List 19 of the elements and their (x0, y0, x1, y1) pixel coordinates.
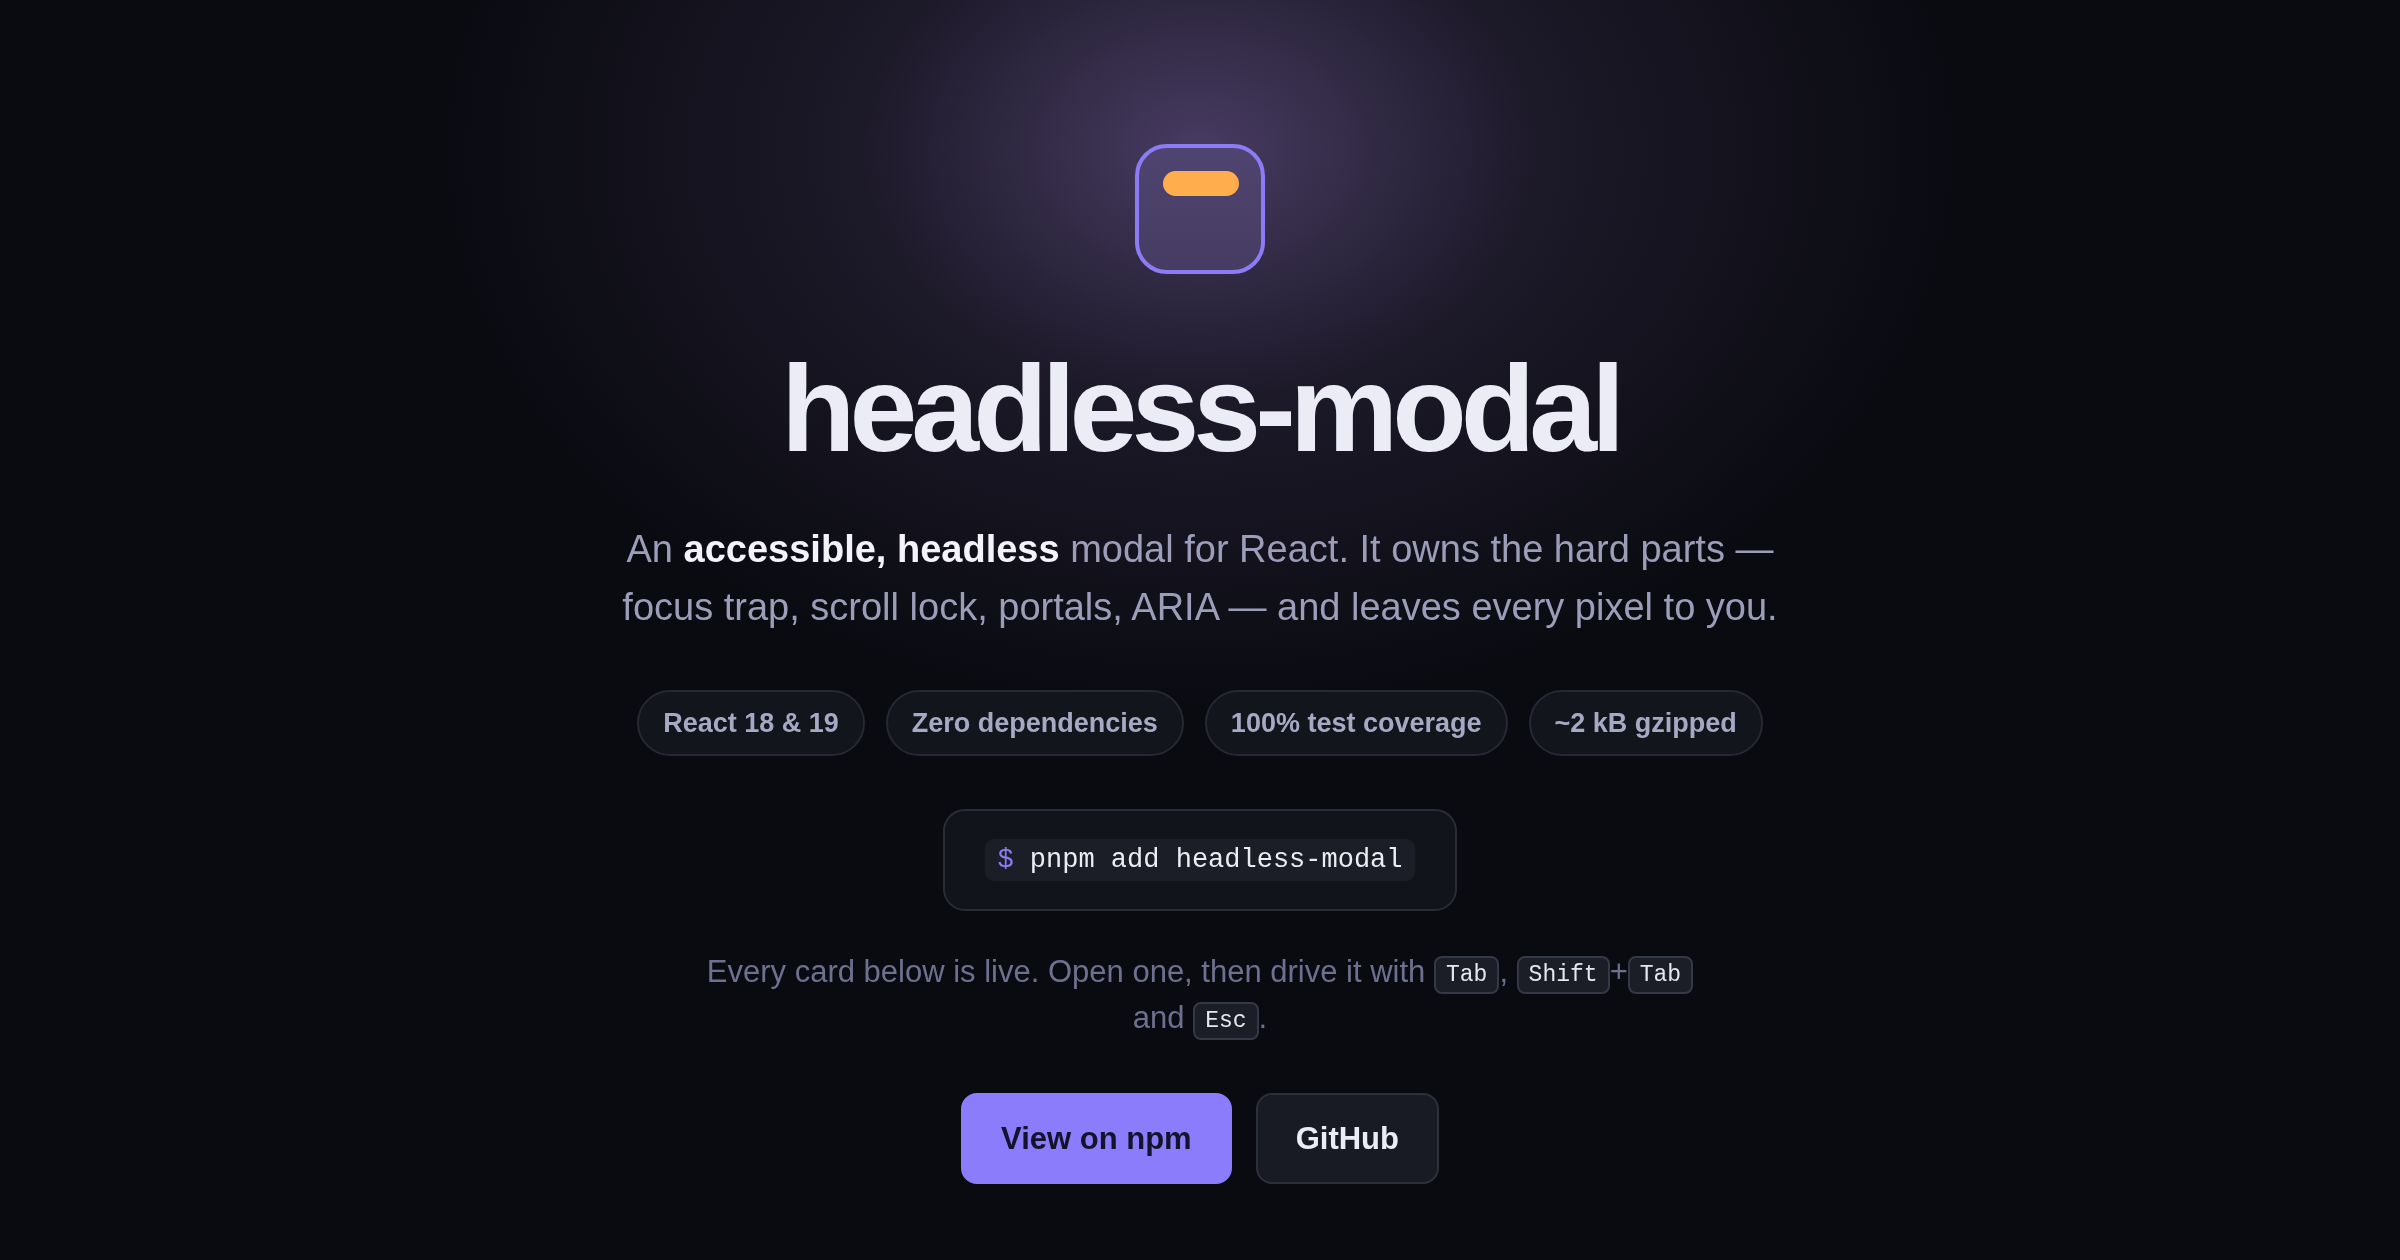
feature-badge: ~2 kB gzipped (1528, 690, 1763, 756)
feature-badge: 100% test coverage (1204, 690, 1508, 756)
keyboard-key: Tab (1627, 956, 1694, 994)
keyboard-key: Tab (1433, 956, 1500, 994)
page-title: headless-modal (780, 340, 1620, 479)
hint-text: , (1499, 954, 1509, 989)
github-button[interactable]: GitHub (1255, 1093, 1439, 1184)
hint-text: and (1132, 1000, 1186, 1035)
tagline-text: An accessible, headless modal for React. It owns the hard parts — focus trap, scroll lock, portals, ARIA — and leaves every pixel to you. (621, 527, 1779, 630)
hint-text: Every card below is live. Open one, then drive it with (706, 954, 1427, 989)
feature-badge: React 18 & 19 (637, 690, 865, 756)
logo-icon (1135, 144, 1265, 274)
npm-button[interactable]: View on npm (961, 1093, 1232, 1184)
install-command: $ pnpm add headless-modal (985, 839, 1415, 881)
keyboard-key: Esc (1193, 1002, 1259, 1040)
feature-badge: Zero dependencies (885, 690, 1184, 756)
hint-text: . (1258, 1000, 1268, 1035)
hint-text: + (1609, 954, 1628, 989)
keyboard-key: Shift (1516, 956, 1610, 994)
